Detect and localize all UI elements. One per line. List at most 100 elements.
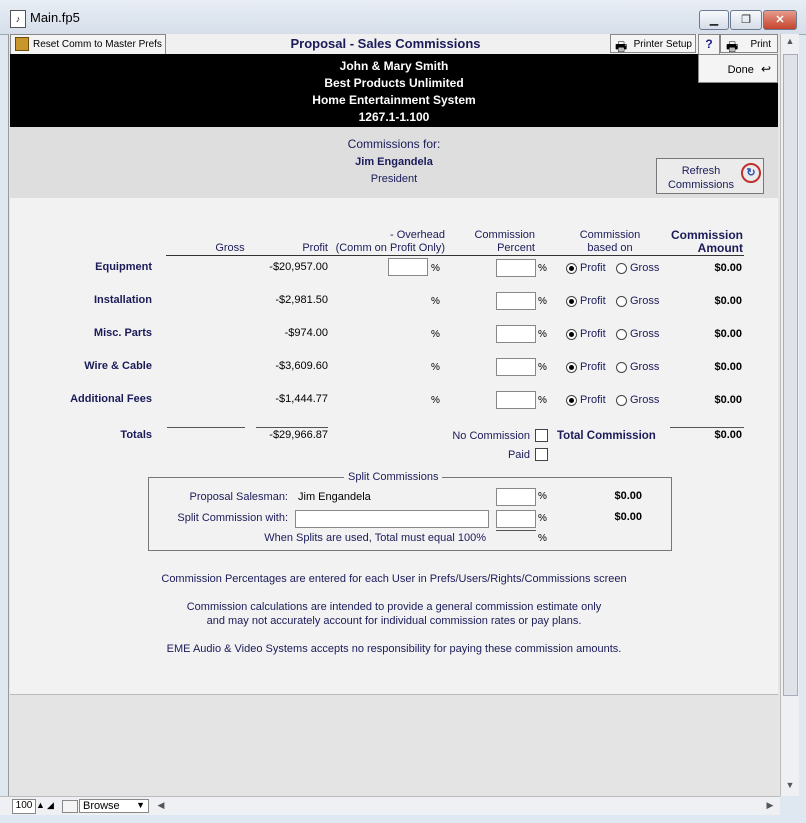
row-commission-amount: $0.00 xyxy=(714,328,742,340)
col-percent-line1: Commission xyxy=(474,229,535,241)
commission-percent-sign: % xyxy=(538,263,547,274)
basis-profit-radio[interactable] xyxy=(566,263,577,274)
refresh-icon: ↻ xyxy=(741,163,761,183)
total-commission-label: Total Commission xyxy=(557,430,656,442)
status-toggle-icon[interactable] xyxy=(62,800,78,813)
print-button[interactable]: 🖶 Print xyxy=(720,34,778,54)
basis-gross-radio[interactable] xyxy=(616,395,627,406)
col-percent-line2: Percent xyxy=(497,242,535,254)
basis-profit-radio[interactable] xyxy=(566,395,577,406)
split-with-input[interactable] xyxy=(295,510,489,528)
scroll-thumb[interactable] xyxy=(783,54,798,696)
basis-gross-label: Gross xyxy=(630,295,660,307)
basis-profit-radio[interactable] xyxy=(566,329,577,340)
done-label: Done xyxy=(727,64,754,76)
salesman-percent-sign: % xyxy=(538,491,547,502)
restore-button[interactable]: ❐ xyxy=(730,10,762,30)
commission-percent-input[interactable] xyxy=(496,292,536,310)
reset-comm-button[interactable]: Reset Comm to Master Prefs xyxy=(10,34,166,55)
basis-gross-label: Gross xyxy=(630,328,660,340)
commission-percent-sign: % xyxy=(538,362,547,373)
client-number: 1267.1-1.100 xyxy=(358,110,430,124)
commission-percent-sign: % xyxy=(538,395,547,406)
printer-setup-button[interactable]: 🖶 Printer Setup xyxy=(610,34,696,54)
overhead-input[interactable] xyxy=(388,258,428,276)
split-with-label: Split Commission with: xyxy=(177,512,288,524)
zoom-level[interactable]: 100 xyxy=(12,799,36,814)
split-total-percent-sign: % xyxy=(538,533,547,544)
row-profit: -$20,957.00 xyxy=(269,261,328,273)
row-label: Wire & Cable xyxy=(84,360,152,372)
window-title: Main.fp5 xyxy=(30,10,80,25)
note-rates: and may not accurately account for indiv… xyxy=(206,615,582,627)
basis-profit-radio[interactable] xyxy=(566,296,577,307)
profit-total-rule xyxy=(256,427,328,428)
split-commissions-title: Split Commissions xyxy=(344,471,443,483)
client-system: Home Entertainment System xyxy=(312,93,476,107)
scroll-up-icon[interactable]: ▲ xyxy=(781,36,799,46)
refresh-commissions-button[interactable]: Refresh Commissions ↻ xyxy=(656,158,764,194)
vertical-scrollbar[interactable]: ▲ ▼ xyxy=(780,34,799,796)
done-return-icon: ↩ xyxy=(760,62,771,76)
done-button[interactable]: Done ↩ xyxy=(698,54,778,83)
row-label: Misc. Parts xyxy=(93,327,152,339)
scroll-left-icon[interactable]: ◀ xyxy=(155,800,167,811)
mode-value: Browse xyxy=(83,800,120,812)
page-title: Proposal - Sales Commissions xyxy=(290,36,481,51)
zoom-in-icon[interactable]: ◢ xyxy=(47,800,58,811)
overhead-percent-sign: % xyxy=(431,263,440,274)
basis-gross-radio[interactable] xyxy=(616,296,627,307)
split-percent-input[interactable] xyxy=(496,510,536,528)
col-based-header: Commission based on xyxy=(570,229,650,255)
commission-percent-input[interactable] xyxy=(496,259,536,277)
paid-checkbox[interactable] xyxy=(535,448,548,461)
basis-gross-radio[interactable] xyxy=(616,362,627,373)
basis-profit-label: Profit xyxy=(580,361,606,373)
row-label: Additional Fees xyxy=(70,393,152,405)
gross-total-rule xyxy=(167,427,245,428)
client-name: John & Mary Smith xyxy=(339,59,449,73)
col-overhead-line2: (Comm on Profit Only) xyxy=(335,242,445,254)
overhead-percent-sign: % xyxy=(431,329,440,340)
commission-percent-input[interactable] xyxy=(496,391,536,409)
refresh-label-line2: Commissions xyxy=(667,179,734,191)
col-percent-header: Commission Percent xyxy=(455,229,535,255)
close-button[interactable]: ✕ xyxy=(763,10,797,30)
scroll-down-icon[interactable]: ▼ xyxy=(781,780,799,790)
basis-profit-label: Profit xyxy=(580,394,606,406)
overhead-percent-sign: % xyxy=(431,395,440,406)
no-commission-checkbox[interactable] xyxy=(535,429,548,442)
row-commission-amount: $0.00 xyxy=(714,361,742,373)
basis-gross-label: Gross xyxy=(630,262,660,274)
commission-percent-input[interactable] xyxy=(496,325,536,343)
footer-band xyxy=(10,694,778,797)
minimize-button[interactable]: ▁ xyxy=(699,10,729,30)
col-gross-header: Gross xyxy=(215,242,245,254)
scroll-right-icon[interactable]: ▶ xyxy=(764,800,776,811)
zoom-out-icon[interactable]: ▲ xyxy=(36,800,47,811)
col-overhead-header: - Overhead (Comm on Profit Only) xyxy=(335,229,445,255)
overhead-percent-sign: % xyxy=(431,296,440,307)
chevron-down-icon: ▼ xyxy=(136,800,145,810)
basis-gross-label: Gross xyxy=(630,394,660,406)
help-button[interactable]: ? xyxy=(698,34,720,55)
total-commission-value: $0.00 xyxy=(714,429,742,441)
basis-profit-label: Profit xyxy=(580,262,606,274)
row-profit: -$2,981.50 xyxy=(275,294,328,306)
basis-profit-radio[interactable] xyxy=(566,362,577,373)
mode-select[interactable]: Browse ▼ xyxy=(79,799,149,813)
row-profit: -$3,609.60 xyxy=(275,360,328,372)
basis-gross-radio[interactable] xyxy=(616,329,627,340)
proposal-salesman-name: Jim Engandela xyxy=(298,491,371,503)
basis-gross-radio[interactable] xyxy=(616,263,627,274)
refresh-label-line1: Refresh xyxy=(681,165,721,177)
status-bar: 100 ▲ ◢ Browse ▼ ◀ ▶ xyxy=(0,796,780,815)
commission-percent-sign: % xyxy=(538,296,547,307)
profit-total: -$29,966.87 xyxy=(269,429,328,441)
print-label: Print xyxy=(750,39,771,50)
note-responsibility: EME Audio & Video Systems accepts no res… xyxy=(166,643,622,655)
reset-comm-label: Reset Comm to Master Prefs xyxy=(33,39,162,50)
salesman-percent-input[interactable] xyxy=(496,488,536,506)
commissions-for-heading: Commissions for: xyxy=(347,137,441,151)
commission-percent-input[interactable] xyxy=(496,358,536,376)
